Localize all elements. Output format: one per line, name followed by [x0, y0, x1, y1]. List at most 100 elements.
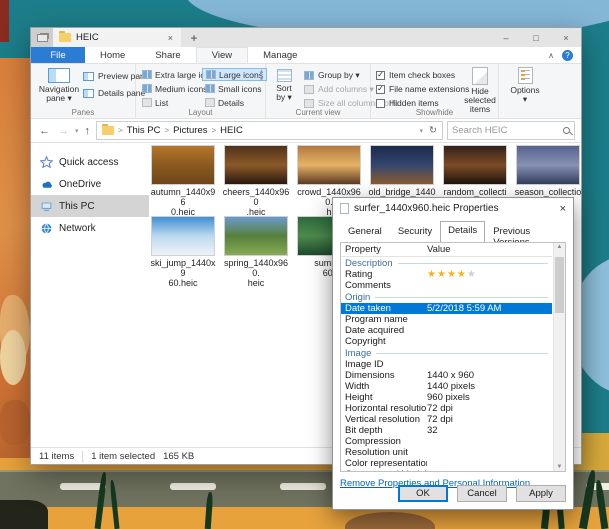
- hide-selected-icon: [472, 67, 488, 85]
- value-column-header[interactable]: Value: [427, 244, 552, 255]
- sidebar-item-onedrive[interactable]: OneDrive: [31, 173, 149, 195]
- refresh-icon[interactable]: ↻: [429, 125, 437, 136]
- hide-selected-items-button[interactable]: Hide selected items: [463, 67, 497, 114]
- recent-locations-icon[interactable]: ▾: [75, 127, 79, 135]
- medium-icons-label: Medium icons: [155, 84, 207, 94]
- star-empty-icon[interactable]: ★: [467, 269, 477, 280]
- file-menu-button[interactable]: File: [31, 47, 85, 63]
- address-bar: ← → ▾ ↑ > This PC > Pictures > HEIC ▾ ↻: [31, 119, 581, 143]
- star-filled-icon[interactable]: ★: [447, 269, 457, 280]
- checkbox-checked-icon[interactable]: ✓: [376, 71, 385, 80]
- gallery-up-icon[interactable]: ▲: [257, 68, 266, 76]
- property-row-width[interactable]: Width1440 pixels: [341, 381, 552, 392]
- layout-gallery-scroll[interactable]: ▲ ▼: [257, 68, 266, 84]
- tab-home[interactable]: Home: [85, 47, 140, 63]
- small-icons-button[interactable]: Small icons: [202, 82, 264, 95]
- property-row-image-id[interactable]: Image ID: [341, 359, 552, 370]
- property-value: 960 pixels: [427, 392, 552, 403]
- address-dropdown-icon[interactable]: ▾: [420, 127, 424, 135]
- star-filled-icon[interactable]: ★: [457, 269, 467, 280]
- property-row-rating[interactable]: Rating ★★★★★: [341, 269, 552, 280]
- large-icons-icon: [206, 70, 216, 79]
- rating-stars[interactable]: ★★★★★: [427, 269, 552, 280]
- property-row-compression[interactable]: Compression: [341, 436, 552, 447]
- explorer-tab[interactable]: HEIC ×: [53, 28, 181, 47]
- breadcrumb-heic[interactable]: HEIC: [220, 125, 243, 136]
- checkbox-unchecked-icon[interactable]: [376, 99, 385, 108]
- property-row-compressed-bits[interactable]: Compressed bits/pixel: [341, 469, 552, 472]
- cancel-button[interactable]: Cancel: [457, 485, 507, 502]
- sidebar-item-quick-access[interactable]: Quick access: [31, 151, 149, 173]
- close-tab-icon[interactable]: ×: [166, 33, 175, 43]
- add-columns-button[interactable]: Add columns ▾: [304, 84, 374, 95]
- star-filled-icon[interactable]: ★: [437, 269, 447, 280]
- property-row-date-acquired[interactable]: Date acquired: [341, 325, 552, 336]
- back-button[interactable]: ←: [37, 125, 52, 137]
- group-by-button[interactable]: Group by ▾: [304, 70, 360, 81]
- options-button[interactable]: Options ▾: [507, 67, 543, 104]
- scroll-down-icon[interactable]: ▼: [557, 464, 563, 470]
- maximize-button[interactable]: □: [521, 28, 551, 47]
- breadcrumb[interactable]: > This PC > Pictures > HEIC ▾ ↻: [96, 121, 443, 140]
- properties-list[interactable]: Property Value Description Rating ★★★★★ …: [340, 242, 566, 472]
- property-column-header[interactable]: Property: [345, 244, 427, 255]
- file-name-extensions-checkbox[interactable]: ✓ File name extensions: [376, 84, 469, 94]
- file-item-cheers[interactable]: cheers_1440x960.heic: [222, 145, 290, 217]
- property-row-height[interactable]: Height960 pixels: [341, 392, 552, 403]
- sort-by-button[interactable]: Sort by ▾: [271, 69, 297, 102]
- road-dash: [280, 483, 326, 490]
- file-item-old-bridge[interactable]: old_bridge_1440: [368, 145, 436, 197]
- dialog-close-button[interactable]: ×: [560, 203, 566, 215]
- property-row-dimensions[interactable]: Dimensions1440 x 960: [341, 370, 552, 381]
- file-item-autumn[interactable]: autumn_1440x960.heic: [149, 145, 217, 217]
- scroll-up-icon[interactable]: ▲: [557, 244, 563, 250]
- forward-button[interactable]: →: [56, 125, 71, 137]
- tab-manage[interactable]: Manage: [248, 47, 312, 63]
- star-filled-icon[interactable]: ★: [427, 269, 437, 280]
- file-item-ski-jump[interactable]: ski_jump_1440x960.heic: [149, 216, 217, 288]
- checkbox-checked-icon[interactable]: ✓: [376, 85, 385, 94]
- property-row-resolution-unit[interactable]: Resolution unit: [341, 447, 552, 458]
- navigation-pane-button[interactable]: Navigation pane ▾: [37, 68, 81, 103]
- new-tab-button[interactable]: +: [181, 28, 207, 47]
- breadcrumb-separator: >: [118, 126, 123, 135]
- property-row-comments[interactable]: Comments: [341, 280, 552, 291]
- item-check-boxes-checkbox[interactable]: ✓ Item check boxes: [376, 70, 455, 80]
- ribbon-tab-bar: File Home Share View Manage ∧ ?: [31, 47, 581, 64]
- minimize-button[interactable]: –: [491, 28, 521, 47]
- medium-icons-button[interactable]: Medium icons: [139, 82, 210, 95]
- window-sets-icon[interactable]: [31, 28, 53, 47]
- property-row-copyright[interactable]: Copyright: [341, 336, 552, 347]
- search-input[interactable]: [452, 125, 563, 136]
- property-row-bit-depth[interactable]: Bit depth32: [341, 425, 552, 436]
- properties-rows: Property Value Description Rating ★★★★★ …: [341, 243, 552, 472]
- close-button[interactable]: ×: [551, 28, 581, 47]
- breadcrumb-pictures[interactable]: Pictures: [173, 125, 207, 136]
- property-row-program-name[interactable]: Program name: [341, 314, 552, 325]
- property-row-vertical-resolution[interactable]: Vertical resolution72 dpi: [341, 414, 552, 425]
- scrollbar-thumb[interactable]: [555, 257, 564, 313]
- search-box[interactable]: [447, 121, 575, 140]
- ok-button[interactable]: OK: [398, 485, 448, 502]
- breadcrumb-this-pc[interactable]: This PC: [127, 125, 161, 136]
- ribbon-group-layout: Extra large icons Large icons Medium ico…: [136, 64, 266, 118]
- sidebar-item-network[interactable]: Network: [31, 217, 149, 239]
- selection-count: 1 item selected: [91, 451, 155, 462]
- help-icon[interactable]: ?: [562, 50, 573, 61]
- property-row-horizontal-resolution[interactable]: Horizontal resolution72 dpi: [341, 403, 552, 414]
- tab-share[interactable]: Share: [140, 47, 195, 63]
- property-row-color-representation[interactable]: Color representation: [341, 458, 552, 469]
- apply-button[interactable]: Apply: [516, 485, 566, 502]
- gallery-down-icon[interactable]: ▼: [257, 76, 266, 84]
- file-item-spring[interactable]: spring_1440x960.heic: [222, 216, 290, 288]
- property-row-date-taken[interactable]: Date taken5/2/2018 5:59 AM: [341, 303, 552, 314]
- tab-view[interactable]: View: [196, 47, 248, 63]
- sidebar-label: OneDrive: [59, 179, 101, 190]
- sidebar-item-this-pc[interactable]: This PC: [31, 195, 149, 217]
- property-label: Copyright: [345, 336, 427, 347]
- hidden-items-checkbox[interactable]: Hidden items: [376, 98, 439, 108]
- collapse-ribbon-icon[interactable]: ∧: [548, 51, 554, 60]
- up-button[interactable]: ↑: [83, 125, 93, 137]
- file-thumbnail: [516, 145, 580, 185]
- section-label: Description: [345, 258, 393, 269]
